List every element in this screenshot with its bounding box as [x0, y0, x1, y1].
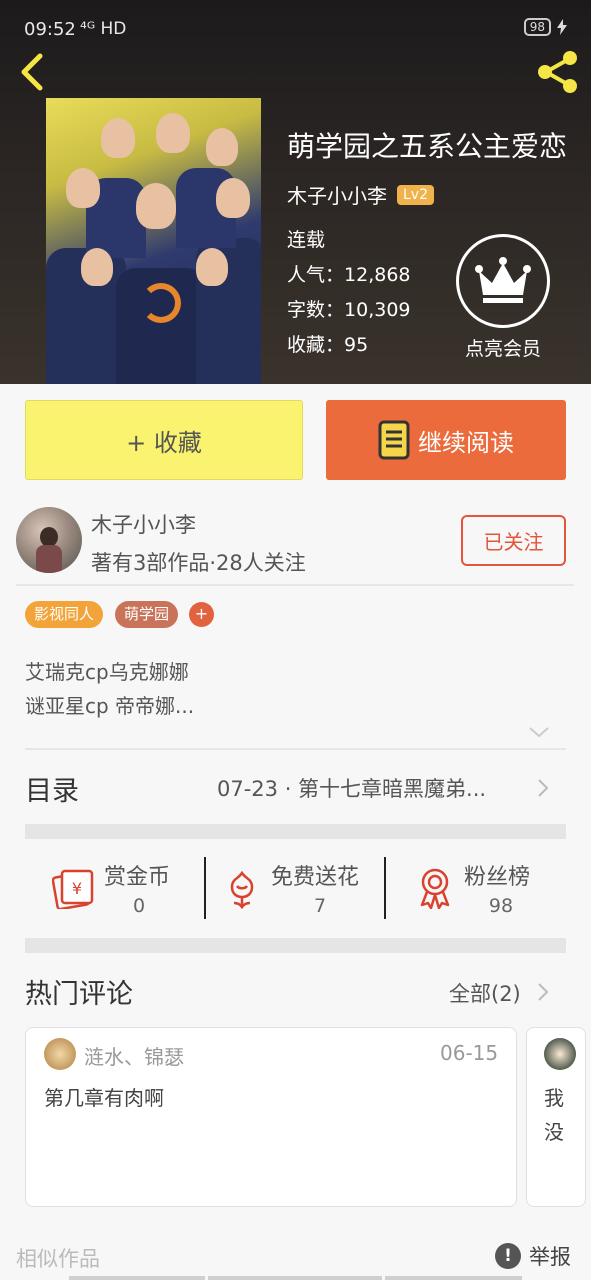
status-time: 09:52	[24, 19, 76, 40]
network-indicator: ⁴ᴳ HD	[80, 19, 127, 39]
stat-value: 98	[488, 895, 514, 917]
stat-label: 免费送花	[271, 865, 360, 890]
medal-icon	[420, 868, 450, 909]
add-favorite-button[interactable]: + 收藏	[25, 400, 303, 480]
author-avatar[interactable]	[16, 507, 82, 573]
free-flower-button[interactable]: 免费送花 7	[224, 853, 374, 919]
back-button[interactable]	[16, 52, 50, 92]
similar-work-thumb[interactable]	[69, 1276, 205, 1280]
commenter-avatar[interactable]	[544, 1038, 576, 1070]
back-arrow-icon	[21, 53, 43, 91]
book-author[interactable]: 木子小小李	[287, 180, 387, 209]
add-tag-button[interactable]: +	[189, 602, 214, 627]
charging-icon	[557, 19, 567, 35]
similar-work-thumb[interactable]	[208, 1276, 382, 1280]
book-title: 萌学园之五系公主爱恋	[287, 130, 568, 163]
section-separator	[25, 938, 566, 953]
share-button[interactable]	[534, 48, 582, 96]
toc-label: 目录	[25, 776, 79, 807]
favorites-value: 95	[344, 334, 369, 356]
book-status: 连载	[287, 229, 326, 251]
vip-label[interactable]: 点亮会员	[440, 334, 566, 361]
tag-chip[interactable]: 影视同人	[25, 601, 104, 628]
book-header: 09:52 ⁴ᴳ HD 98 萌学园之五系公主爱恋 木子小小李 Lv2 连载 人…	[0, 0, 591, 384]
author-stats: 著有3部作品·28人关注	[91, 551, 306, 575]
commenter-avatar[interactable]	[44, 1038, 76, 1070]
word-count-value: 10,309	[344, 299, 411, 321]
stat-label: 赏金币	[104, 865, 171, 890]
divider	[25, 748, 566, 750]
battery-level: 98	[523, 18, 551, 36]
expand-description-button[interactable]	[528, 724, 550, 740]
red-envelope-icon: ¥	[52, 869, 94, 909]
follow-button[interactable]: 已关注	[461, 515, 566, 566]
chevron-right-icon	[538, 779, 549, 797]
comment-card[interactable]: 我 没	[526, 1027, 586, 1207]
vip-button[interactable]	[456, 234, 550, 328]
author-level-badge: Lv2	[397, 184, 434, 205]
similar-works-heading: 相似作品	[16, 1247, 100, 1271]
book-icon	[378, 420, 410, 460]
favorites-label: 收藏：	[287, 334, 345, 356]
stat-value: 0	[132, 895, 146, 917]
battery-indicator: 98	[523, 18, 567, 36]
tag-chip[interactable]: 萌学园	[115, 601, 179, 628]
comment-text: 没	[544, 1120, 564, 1144]
reward-coins-button[interactable]: ¥ 赏金币 0	[52, 853, 192, 919]
share-icon	[538, 51, 577, 93]
fan-ranking-button[interactable]: 粉丝榜 98	[416, 853, 566, 919]
stat-divider	[204, 857, 206, 919]
word-count-label: 字数：	[287, 299, 345, 321]
similar-work-thumb[interactable]	[385, 1276, 522, 1280]
stat-divider	[384, 857, 386, 919]
word-count-stat: 字数：10,309	[287, 295, 411, 322]
report-button[interactable]: ! 举报	[495, 1241, 571, 1271]
report-label: 举报	[529, 1245, 571, 1269]
continue-reading-button[interactable]: 继续阅读	[326, 400, 566, 480]
popularity-label: 人气：	[287, 264, 345, 286]
chevron-right-icon	[538, 983, 549, 1001]
divider	[16, 584, 574, 586]
favorites-stat: 收藏：95	[287, 330, 368, 357]
latest-chapter: 07-23 · 第十七章暗黑魔弟...	[217, 777, 487, 801]
book-cover[interactable]	[46, 98, 261, 384]
chevron-down-icon	[529, 727, 549, 738]
flower-icon	[230, 870, 254, 909]
stat-label: 粉丝榜	[464, 865, 531, 890]
book-author-row: 木子小小李 Lv2	[287, 180, 434, 209]
crown-icon	[475, 257, 531, 303]
comment-card[interactable]: 涟水、锦瑟 06-15 第几章有肉啊	[25, 1027, 517, 1207]
svg-text:¥: ¥	[72, 879, 82, 898]
warning-icon: !	[495, 1243, 521, 1269]
comments-title: 热门评论	[25, 979, 133, 1010]
popularity-value: 12,868	[344, 264, 411, 286]
stat-value: 7	[313, 895, 327, 917]
comment-text: 第几章有肉啊	[44, 1086, 164, 1110]
commenter-name[interactable]: 涟水、锦瑟	[84, 1041, 184, 1070]
all-comments-label: 全部(2)	[449, 982, 521, 1006]
comment-date: 06-15	[440, 1041, 499, 1065]
status-bar: 09:52 ⁴ᴳ HD 98	[0, 0, 591, 60]
description-line: 艾瑞克cp乌克娜娜	[25, 660, 189, 684]
description-line: 谜亚星cp 帝帝娜...	[25, 694, 195, 718]
continue-reading-label: 继续阅读	[418, 428, 514, 457]
section-separator	[25, 824, 566, 839]
popularity-stat: 人气：12,868	[287, 260, 411, 287]
comment-text: 我	[544, 1086, 564, 1110]
author-name[interactable]: 木子小小李	[91, 509, 196, 539]
